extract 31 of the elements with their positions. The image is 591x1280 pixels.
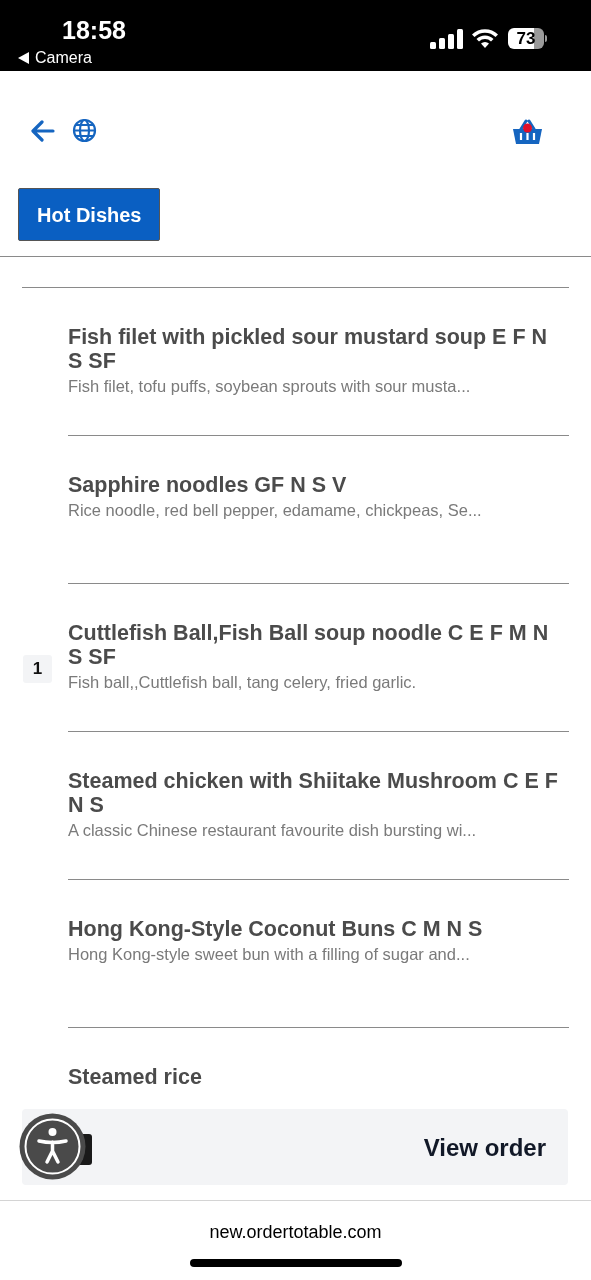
- globe-icon[interactable]: [72, 118, 97, 143]
- dish-description: Fish ball,,Cuttlefish ball, tang celery, fried garlic.: [68, 672, 418, 693]
- url-text[interactable]: new.ordertotable.com: [0, 1219, 591, 1246]
- category-tab[interactable]: Hot Dishes: [18, 188, 161, 241]
- dish-title: Steamed chicken with Shiitake Mushroom C E F N S: [68, 769, 559, 817]
- dish-title: Fish filet with pickled sour mustard soup E F N S SF: [68, 325, 549, 373]
- menu-item[interactable]: Fish filet with pickled sour mustard soup E F N S SF Fish filet, tofu puffs, soybean sprouts with sour musta...: [68, 288, 569, 436]
- dish-description: Fish filet, tofu puffs, soybean sprouts with sour musta...: [68, 376, 472, 397]
- menu-item[interactable]: Sapphire noodles GF N S V Rice noodle, red bell pepper, edamame, chickpeas, Se...: [68, 436, 569, 584]
- menu-item[interactable]: Steamed rice: [68, 1028, 569, 1099]
- dish-title: Cuttlefish Ball,Fish Ball soup noodle C E F M N S SF: [68, 621, 550, 669]
- signal-icon: [430, 29, 463, 49]
- menu-item[interactable]: Cuttlefish Ball,Fish Ball soup noodle C E F M N S SF Fish ball,,Cuttlefish ball, tang celery, fried garlic.: [68, 584, 569, 732]
- back-arrow-icon[interactable]: [31, 120, 55, 142]
- back-to-app-link[interactable]: Camera: [35, 46, 92, 70]
- wifi-icon: [472, 28, 498, 48]
- dish-description: Rice noodle, red bell pepper, edamame, chickpeas, Se...: [68, 500, 483, 521]
- dish-title: Sapphire noodles GF N S V: [68, 473, 348, 497]
- dish-description: Hong Kong-style sweet bun with a filling of sugar and...: [68, 944, 471, 965]
- dish-title: Steamed rice: [68, 1065, 203, 1089]
- status-time: 18:58: [62, 15, 126, 46]
- accessibility-icon[interactable]: [19, 1113, 92, 1180]
- view-order-button[interactable]: View order: [423, 1130, 546, 1166]
- back-triangle-icon[interactable]: [18, 52, 29, 64]
- battery-icon: 73: [508, 28, 547, 49]
- dish-description: A classic Chinese restaurant favourite dish bursting wi...: [68, 820, 478, 841]
- menu-item[interactable]: Hong Kong-Style Coconut Buns C M N S Hong Kong-style sweet bun with a filling of sugar and...: [68, 880, 569, 1028]
- basket-icon[interactable]: [512, 119, 543, 145]
- dish-title: Hong Kong-Style Coconut Buns C M N S: [68, 917, 484, 941]
- quantity-badge: 1: [23, 655, 52, 683]
- menu-item[interactable]: Steamed chicken with Shiitake Mushroom C E F N S A classic Chinese restaurant favourite dish bursting wi...: [68, 732, 569, 880]
